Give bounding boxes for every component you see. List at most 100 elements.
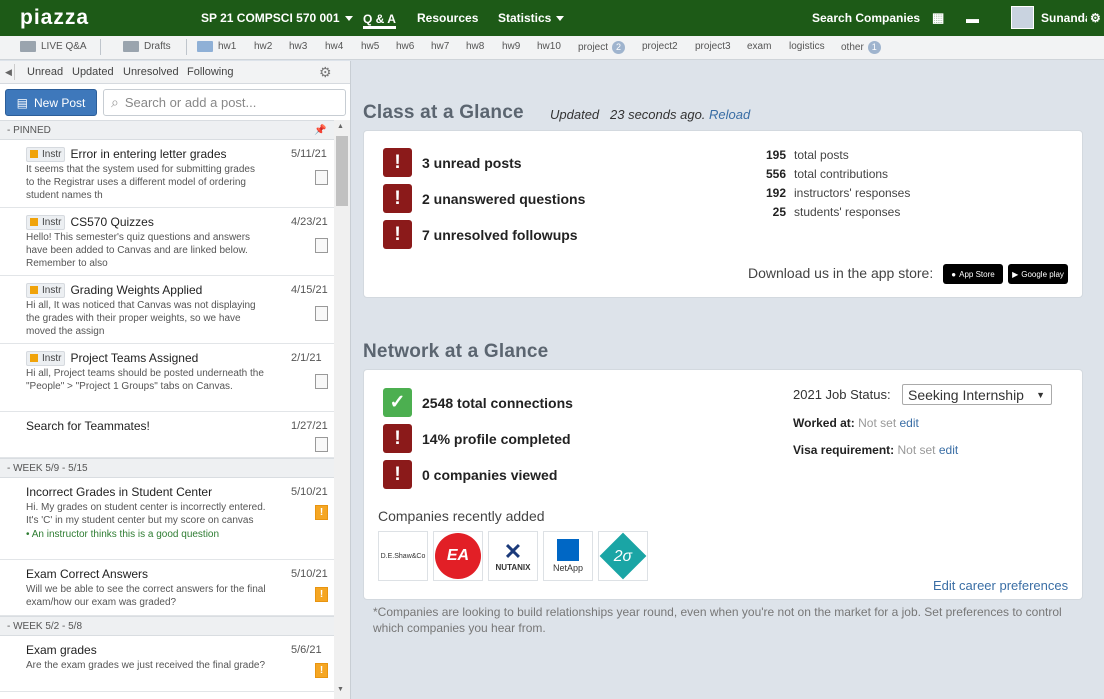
job-status-select[interactable]: Seeking Internship ▼ [902, 384, 1052, 405]
folder-hw3[interactable]: hw3 [289, 41, 307, 52]
google-play-button[interactable]: ▶ Google play [1008, 264, 1068, 284]
scroll-down-icon[interactable]: ▼ [337, 686, 344, 693]
note-icon [315, 170, 328, 185]
post-title: Exam Correct Answers [26, 567, 149, 581]
updated-status: Updated 23 seconds ago. Reload [550, 107, 751, 122]
exclamation-icon: ! [383, 424, 412, 453]
checkmark-icon: ✓ [383, 388, 412, 417]
reload-link[interactable]: Reload [709, 107, 750, 122]
company-logo-netapp[interactable]: NetApp [543, 531, 593, 581]
edit-career-preferences-link[interactable]: Edit career preferences [933, 578, 1068, 593]
post-snippet: Will we be able to see the correct answe… [26, 584, 266, 608]
post-feed-panel: ◀ Unread Updated Unresolved Following ⚙ … [0, 61, 351, 699]
user-name[interactable]: Sunanda [1041, 0, 1087, 36]
edit-visa-link[interactable]: edit [939, 443, 958, 457]
list-item[interactable]: Instr CS570 Quizzes 4/23/21 Hello! This s… [0, 208, 334, 276]
app-store-button[interactable]: ● App Store [943, 264, 1003, 284]
scrollbar[interactable]: ▲ ▼ [334, 120, 350, 699]
chat-icon[interactable]: ▬ [966, 0, 979, 36]
folder-other[interactable]: other 1 [841, 41, 881, 54]
job-status-label: 2021 Job Status: [793, 387, 891, 402]
folder-hw10[interactable]: hw10 [537, 41, 561, 52]
search-companies-link[interactable]: Search Companies [812, 0, 920, 36]
new-post-button[interactable]: ▤ New Post [5, 89, 97, 116]
play-icon: ▶ [1012, 269, 1019, 279]
unanswered-icon: ! [315, 663, 328, 678]
exclamation-icon: ! [383, 220, 412, 249]
collapse-arrow-icon[interactable]: ◀ [5, 67, 12, 78]
piazza-logo[interactable]: piazza [20, 6, 198, 30]
filter-following[interactable]: Following [187, 66, 233, 78]
list-item[interactable]: Instr Project Teams Assigned 2/1/21 Hi al… [0, 344, 334, 412]
folder-exam[interactable]: exam [747, 41, 771, 52]
search-input[interactable]: ⌕ Search or add a post... [103, 89, 346, 116]
tab-qa[interactable]: Q & A [363, 7, 396, 29]
chevron-down-icon [556, 15, 565, 21]
unanswered-alert[interactable]: ! 2 unanswered questions [383, 184, 585, 213]
unresolved-alert[interactable]: ! 7 unresolved followups [383, 220, 578, 249]
netapp-mark [557, 539, 579, 561]
post-date: 5/10/21 [291, 568, 328, 580]
gear-icon[interactable]: ⚙ [1090, 0, 1101, 36]
edit-worked-at-link[interactable]: edit [900, 416, 919, 430]
folder-hw6[interactable]: hw6 [396, 41, 414, 52]
unread-posts-alert[interactable]: ! 3 unread posts [383, 148, 522, 177]
filter-updated[interactable]: Updated [72, 66, 114, 78]
folder-project3[interactable]: project3 [695, 41, 731, 52]
list-item[interactable]: Instr Grading Weights Applied 4/15/21 Hi … [0, 276, 334, 344]
calendar-icon[interactable]: ▦ [932, 0, 944, 36]
company-logo-deshaw[interactable]: D.E.Shaw&Co [378, 531, 428, 581]
scrollbar-thumb[interactable] [336, 136, 348, 206]
folder-live-qa[interactable]: LIVE Q&A [20, 41, 87, 52]
company-logo-two-sigma[interactable]: 2σ [598, 531, 648, 581]
list-item[interactable]: Instr Error in entering letter grades 5/1… [0, 140, 334, 208]
gear-icon[interactable]: ⚙ [319, 64, 332, 81]
folder-drafts[interactable]: Drafts [123, 41, 171, 52]
post-date: 4/23/21 [291, 216, 328, 228]
filter-unresolved[interactable]: Unresolved [123, 66, 179, 78]
group-header-pinned[interactable]: - PINNED 📌 [0, 120, 334, 140]
list-item[interactable]: Exam grades 5/6/21 Are the exam grades w… [0, 636, 334, 692]
folder-hw7[interactable]: hw7 [431, 41, 449, 52]
post-snippet: It seems that the system used for submit… [26, 164, 255, 201]
folder-hw4[interactable]: hw4 [325, 41, 343, 52]
folder-project2[interactable]: project2 [642, 41, 678, 52]
chevron-down-icon [344, 15, 353, 21]
post-list: - PINNED 📌 Instr Error in entering letter … [0, 120, 334, 699]
folder-hw8[interactable]: hw8 [466, 41, 484, 52]
folder-hw5[interactable]: hw5 [361, 41, 379, 52]
group-label: - PINNED [7, 124, 51, 136]
folder-icon [123, 41, 139, 52]
folder-project[interactable]: project 2 [578, 41, 626, 54]
group-header-week[interactable]: - WEEK 5/2 - 5/8 [0, 616, 334, 636]
class-glance-title: Class at a Glance [363, 102, 524, 123]
post-title: Error in entering letter grades [70, 147, 227, 161]
connections-stat[interactable]: ✓ 2548 total connections [383, 388, 573, 417]
filter-unread[interactable]: Unread [27, 66, 63, 78]
list-item[interactable]: Incorrect Grades in Student Center 5/10/… [0, 478, 334, 560]
chevron-down-icon: ▼ [1036, 389, 1045, 400]
course-selector[interactable]: SP 21 COMPSCI 570 001 [201, 0, 353, 36]
folder-hw9[interactable]: hw9 [502, 41, 520, 52]
group-header-week[interactable]: - WEEK 5/9 - 5/15 [0, 458, 334, 478]
folder-drafts-label: Drafts [144, 41, 171, 52]
list-item[interactable]: Search for Teammates! 1/27/21 [0, 412, 334, 458]
company-logo-nutanix[interactable]: ✕ NUTANIX [488, 531, 538, 581]
folder-logistics[interactable]: logistics [789, 41, 825, 52]
tab-statistics[interactable]: Statistics [498, 0, 565, 36]
list-item[interactable]: Exam Correct Answers 5/10/21 Will we be … [0, 560, 334, 616]
worked-at-row: Worked at: Not set edit [793, 416, 919, 430]
post-snippet: Hi. My grades on student center is incor… [26, 502, 266, 526]
tab-resources[interactable]: Resources [417, 0, 478, 36]
folder-hw1[interactable]: hw1 [197, 41, 236, 52]
group-label: - WEEK 5/2 - 5/8 [7, 620, 83, 632]
company-logo-ea[interactable]: EA [433, 531, 483, 581]
scroll-up-icon[interactable]: ▲ [337, 123, 344, 130]
profile-completed-alert[interactable]: ! 14% profile completed [383, 424, 571, 453]
exclamation-icon: ! [383, 184, 412, 213]
avatar[interactable] [1011, 6, 1034, 29]
companies-viewed-alert[interactable]: ! 0 companies viewed [383, 460, 557, 489]
folder-hw2[interactable]: hw2 [254, 41, 272, 52]
note-icon [315, 374, 328, 389]
stat-student-responses: 25 students' responses [772, 205, 901, 219]
